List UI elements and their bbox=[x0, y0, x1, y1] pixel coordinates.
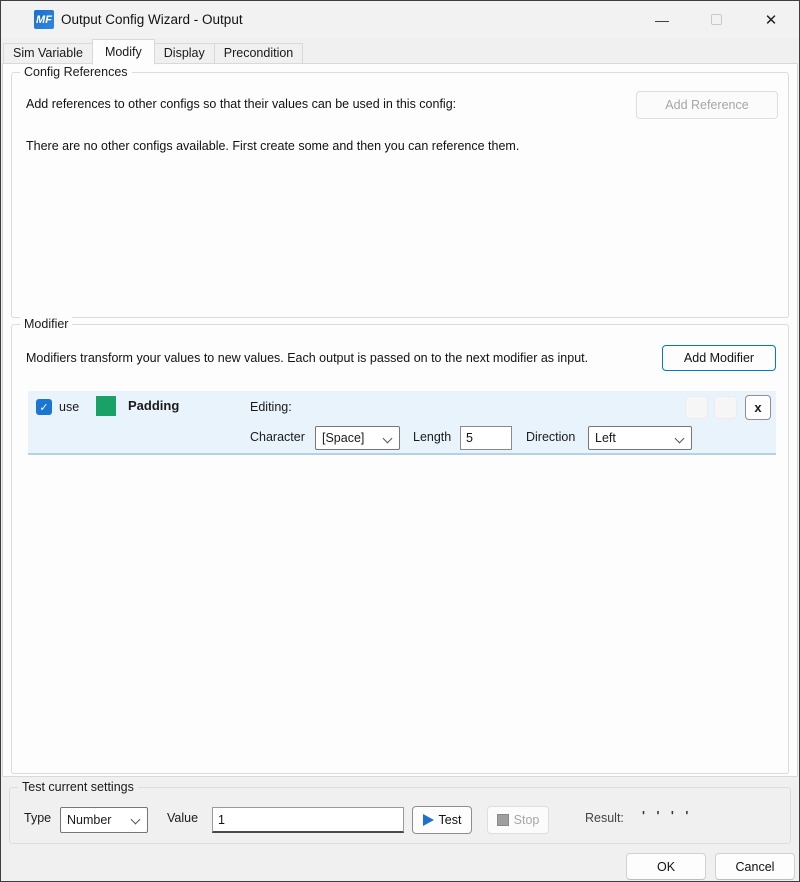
test-button[interactable]: Test bbox=[412, 806, 472, 834]
tab-modify[interactable]: Modify bbox=[92, 39, 155, 65]
chevron-down-icon bbox=[383, 434, 393, 444]
delete-modifier-button[interactable]: x bbox=[745, 395, 771, 420]
config-references-group: Config References Add references to othe… bbox=[11, 72, 789, 318]
add-reference-button[interactable]: Add Reference bbox=[636, 91, 778, 119]
close-button[interactable]: ✕ bbox=[748, 1, 794, 38]
checkbox-check-icon: ✓ bbox=[39, 401, 48, 414]
use-label: use bbox=[59, 400, 79, 414]
minimize-button[interactable]: — bbox=[639, 1, 685, 38]
tab-sim-variable[interactable]: Sim Variable bbox=[3, 43, 93, 64]
modify-tab-page: Config References Add references to othe… bbox=[2, 63, 798, 777]
modifier-row: ✓ use Padding Editing: x Character [Spac… bbox=[28, 391, 776, 455]
app-logo-icon: MF bbox=[34, 10, 54, 29]
type-select[interactable]: Number bbox=[60, 807, 148, 833]
modifier-color-swatch[interactable] bbox=[96, 396, 116, 416]
move-down-button[interactable] bbox=[714, 396, 737, 419]
modifier-name: Padding bbox=[128, 398, 179, 413]
minimize-icon: — bbox=[655, 12, 669, 28]
type-label: Type bbox=[24, 811, 51, 825]
test-button-label: Test bbox=[439, 813, 462, 827]
tab-display[interactable]: Display bbox=[154, 43, 215, 64]
play-icon bbox=[423, 814, 434, 826]
tab-precondition[interactable]: Precondition bbox=[214, 43, 304, 64]
editing-label: Editing: bbox=[250, 400, 292, 414]
close-icon: ✕ bbox=[765, 11, 778, 29]
character-select[interactable]: [Space] bbox=[315, 426, 400, 450]
config-references-title: Config References bbox=[20, 65, 132, 79]
direction-select[interactable]: Left bbox=[588, 426, 692, 450]
modifier-title: Modifier bbox=[20, 317, 72, 331]
config-references-description: Add references to other configs so that … bbox=[26, 97, 456, 111]
stop-button-label: Stop bbox=[514, 813, 540, 827]
result-label: Result: bbox=[585, 811, 624, 825]
modifier-description: Modifiers transform your values to new v… bbox=[26, 351, 588, 365]
test-settings-group: Test current settings Type Number Value … bbox=[9, 787, 791, 844]
length-label: Length bbox=[413, 430, 451, 444]
maximize-button[interactable] bbox=[693, 1, 739, 38]
character-label: Character bbox=[250, 430, 305, 444]
tab-strip: Sim Variable Modify Display Precondition bbox=[4, 38, 303, 64]
use-checkbox[interactable]: ✓ bbox=[36, 399, 52, 415]
chevron-down-icon bbox=[131, 815, 141, 825]
length-input[interactable] bbox=[460, 426, 512, 450]
add-modifier-button[interactable]: Add Modifier bbox=[662, 345, 776, 371]
stop-button[interactable]: Stop bbox=[487, 806, 549, 834]
modifier-row-controls: Character [Space] Length Direction Left bbox=[28, 425, 776, 451]
direction-select-value: Left bbox=[595, 431, 616, 445]
config-references-empty-message: There are no other configs available. Fi… bbox=[26, 139, 519, 153]
modifier-group: Modifier Modifiers transform your values… bbox=[11, 324, 789, 774]
window-title: Output Config Wizard - Output bbox=[61, 1, 243, 38]
value-label: Value bbox=[167, 811, 198, 825]
type-select-value: Number bbox=[67, 813, 111, 827]
output-config-wizard-dialog: MF Output Config Wizard - Output — ✕ Sim… bbox=[0, 0, 800, 882]
test-settings-title: Test current settings bbox=[18, 780, 138, 794]
ok-button[interactable]: OK bbox=[626, 853, 706, 880]
move-up-button[interactable] bbox=[685, 396, 708, 419]
maximize-icon bbox=[711, 14, 722, 25]
title-bar: MF Output Config Wizard - Output — ✕ bbox=[1, 1, 799, 38]
direction-label: Direction bbox=[526, 430, 575, 444]
character-select-value: [Space] bbox=[322, 431, 364, 445]
value-input[interactable] bbox=[212, 807, 404, 833]
chevron-down-icon bbox=[675, 434, 685, 444]
stop-icon bbox=[497, 814, 509, 826]
cancel-button[interactable]: Cancel bbox=[715, 853, 795, 880]
result-value: ' ' ' ' bbox=[642, 809, 692, 823]
